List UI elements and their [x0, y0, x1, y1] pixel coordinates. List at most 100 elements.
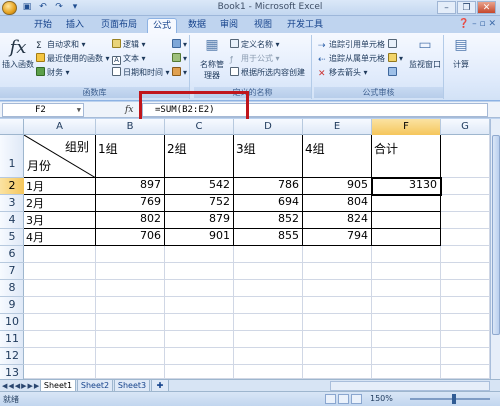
- empty-cell[interactable]: [24, 263, 96, 280]
- empty-cell[interactable]: [165, 314, 234, 331]
- month-cell[interactable]: 2月: [24, 195, 96, 212]
- row-header-3[interactable]: 3: [0, 195, 24, 212]
- empty-cell[interactable]: [165, 280, 234, 297]
- name-manager-button[interactable]: ▦ 名称管理器: [197, 37, 227, 81]
- empty-cell[interactable]: [441, 280, 490, 297]
- value-cell[interactable]: 852: [234, 212, 303, 229]
- customize-qat-icon[interactable]: ▾: [69, 2, 81, 13]
- month-cell[interactable]: 3月: [24, 212, 96, 229]
- value-cell[interactable]: 897: [96, 178, 165, 195]
- tab-page-layout[interactable]: 页面布局: [96, 18, 142, 33]
- empty-cell[interactable]: [372, 246, 441, 263]
- lookup-button[interactable]: ▾: [172, 39, 187, 51]
- define-name-button[interactable]: 定义名称 ▾: [230, 39, 280, 51]
- empty-cell[interactable]: [96, 314, 165, 331]
- chevron-down-icon[interactable]: ▼: [77, 104, 81, 116]
- empty-cell[interactable]: [96, 297, 165, 314]
- value-cell[interactable]: 802: [96, 212, 165, 229]
- empty-cell[interactable]: [165, 365, 234, 379]
- normal-view-icon[interactable]: [325, 394, 336, 404]
- remove-arrows-button[interactable]: ✕ 移去箭头 ▾: [318, 67, 368, 79]
- column-header-b[interactable]: B: [96, 119, 165, 135]
- trace-precedents-button[interactable]: ⇢ 追踪引用单元格: [318, 39, 385, 51]
- value-cell[interactable]: 694: [234, 195, 303, 212]
- empty-cell[interactable]: [441, 212, 490, 229]
- header-cell[interactable]: 2组: [165, 135, 234, 178]
- empty-cell[interactable]: [24, 280, 96, 297]
- empty-cell[interactable]: [441, 314, 490, 331]
- empty-cell[interactable]: [441, 331, 490, 348]
- zoom-slider[interactable]: [410, 398, 490, 400]
- insert-function-button[interactable]: fx 插入函数: [2, 37, 34, 70]
- empty-cell[interactable]: [96, 365, 165, 379]
- empty-cell[interactable]: [303, 365, 372, 379]
- insert-function-icon[interactable]: fx: [125, 105, 133, 115]
- empty-cell[interactable]: [303, 263, 372, 280]
- horizontal-scrollbar[interactable]: [330, 381, 490, 391]
- empty-cell[interactable]: [96, 246, 165, 263]
- empty-cell[interactable]: [165, 348, 234, 365]
- empty-cell[interactable]: [24, 314, 96, 331]
- tab-insert[interactable]: 插入: [62, 18, 88, 33]
- header-cell[interactable]: 1组: [96, 135, 165, 178]
- redo-icon[interactable]: ↷: [53, 2, 65, 13]
- logical-button[interactable]: 逻辑 ▾: [112, 39, 146, 51]
- datetime-button[interactable]: 日期和时间 ▾: [112, 67, 170, 79]
- empty-cell[interactable]: [234, 263, 303, 280]
- undo-icon[interactable]: ↶: [37, 2, 49, 13]
- total-cell-active[interactable]: 3130: [371, 177, 442, 196]
- select-all-corner[interactable]: [0, 119, 24, 135]
- row-header-1[interactable]: 1: [0, 135, 24, 178]
- empty-cell[interactable]: [234, 365, 303, 379]
- row-header-7[interactable]: 7: [0, 263, 24, 280]
- worksheet-grid[interactable]: 组别 月份 1组 2组 3组 4组 合计 1月 897 542 786 905 …: [24, 135, 490, 379]
- empty-cell[interactable]: [96, 348, 165, 365]
- empty-cell[interactable]: [234, 314, 303, 331]
- column-header-f[interactable]: F: [372, 119, 441, 135]
- name-box[interactable]: F2 ▼: [2, 103, 84, 117]
- text-functions-button[interactable]: A 文本 ▾: [112, 53, 146, 65]
- tab-developer[interactable]: 开发工具: [284, 18, 326, 33]
- total-cell[interactable]: [372, 229, 441, 246]
- column-header-a[interactable]: A: [24, 119, 96, 135]
- empty-cell[interactable]: [24, 297, 96, 314]
- empty-cell[interactable]: [372, 314, 441, 331]
- row-header-2[interactable]: 2: [0, 178, 24, 195]
- use-in-formula-button[interactable]: ƒ 用于公式 ▾: [230, 53, 280, 65]
- value-cell[interactable]: 542: [165, 178, 234, 195]
- empty-cell[interactable]: [303, 314, 372, 331]
- empty-cell[interactable]: [165, 331, 234, 348]
- evaluate-formula-button[interactable]: [388, 67, 399, 79]
- save-icon[interactable]: ▣: [21, 2, 33, 13]
- value-cell[interactable]: 824: [303, 212, 372, 229]
- empty-cell[interactable]: [96, 280, 165, 297]
- close-button[interactable]: ✕: [477, 1, 496, 14]
- empty-cell[interactable]: [372, 297, 441, 314]
- empty-cell[interactable]: [441, 263, 490, 280]
- value-cell[interactable]: 901: [165, 229, 234, 246]
- help-icon[interactable]: ❓ – ▫ ✕: [458, 19, 496, 29]
- empty-cell[interactable]: [165, 246, 234, 263]
- scrollbar-thumb[interactable]: [492, 135, 500, 335]
- total-cell[interactable]: [372, 212, 441, 229]
- month-cell[interactable]: 4月: [24, 229, 96, 246]
- autosum-button[interactable]: Σ 自动求和 ▾: [36, 39, 86, 51]
- value-cell[interactable]: 769: [96, 195, 165, 212]
- empty-cell[interactable]: [96, 331, 165, 348]
- empty-cell[interactable]: [234, 280, 303, 297]
- header-cell-total[interactable]: 合计: [372, 135, 441, 178]
- value-cell[interactable]: 855: [234, 229, 303, 246]
- row-header-6[interactable]: 6: [0, 246, 24, 263]
- tab-review[interactable]: 审阅: [216, 18, 242, 33]
- empty-cell[interactable]: [234, 297, 303, 314]
- empty-cell[interactable]: [441, 246, 490, 263]
- total-cell[interactable]: [372, 195, 441, 212]
- empty-cell[interactable]: [24, 331, 96, 348]
- page-break-view-icon[interactable]: [351, 394, 362, 404]
- empty-cell[interactable]: [372, 331, 441, 348]
- vertical-scrollbar[interactable]: [490, 119, 500, 379]
- empty-cell[interactable]: [165, 297, 234, 314]
- create-from-selection-button[interactable]: 根据所选内容创建: [230, 67, 305, 79]
- value-cell[interactable]: 905: [303, 178, 372, 195]
- empty-cell[interactable]: [24, 365, 96, 379]
